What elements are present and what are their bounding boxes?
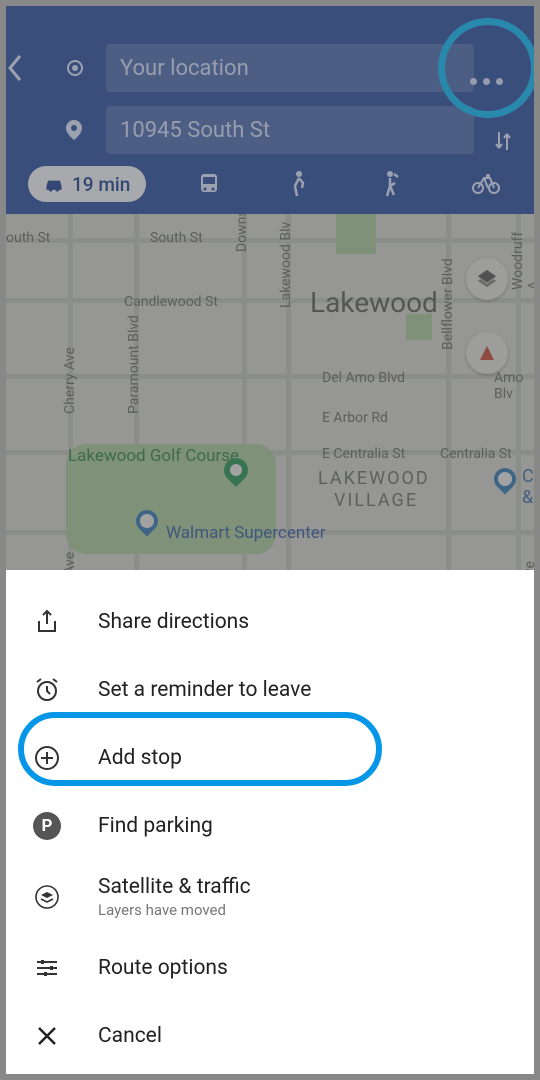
mode-driving[interactable]: 19 min bbox=[28, 166, 146, 202]
sliders-icon bbox=[32, 957, 62, 979]
close-icon bbox=[32, 1025, 62, 1047]
menu-cancel[interactable]: Cancel bbox=[6, 1002, 534, 1070]
mode-cycling[interactable] bbox=[472, 174, 512, 194]
add-circle-icon bbox=[32, 745, 62, 771]
menu-find-parking[interactable]: P Find parking bbox=[6, 792, 534, 860]
directions-header: Your location 10945 South St 19 min bbox=[6, 6, 534, 214]
parking-icon: P bbox=[32, 812, 62, 840]
mode-rideshare[interactable] bbox=[381, 171, 421, 197]
mode-transit[interactable] bbox=[198, 172, 238, 196]
origin-field[interactable]: Your location bbox=[106, 44, 474, 92]
menu-satellite-traffic[interactable]: Satellite & traffic Layers have moved bbox=[6, 860, 534, 934]
swap-button[interactable] bbox=[494, 128, 512, 154]
overflow-menu-button[interactable] bbox=[456, 51, 516, 111]
destination-pin-icon bbox=[66, 120, 106, 140]
destination-field[interactable]: 10945 South St bbox=[106, 106, 474, 154]
share-icon bbox=[32, 609, 62, 635]
alarm-icon bbox=[32, 677, 62, 703]
menu-set-reminder[interactable]: Set a reminder to leave bbox=[6, 656, 534, 724]
menu-share-directions[interactable]: Share directions bbox=[6, 588, 534, 656]
menu-add-stop[interactable]: Add stop bbox=[6, 724, 534, 792]
back-button[interactable] bbox=[6, 54, 66, 82]
origin-dot-icon bbox=[66, 59, 106, 77]
menu-route-options[interactable]: Route options bbox=[6, 934, 534, 1002]
overflow-menu-sheet: Share directions Set a reminder to leave… bbox=[6, 570, 534, 1074]
layers-icon bbox=[32, 884, 62, 910]
mode-walking[interactable] bbox=[289, 171, 329, 197]
